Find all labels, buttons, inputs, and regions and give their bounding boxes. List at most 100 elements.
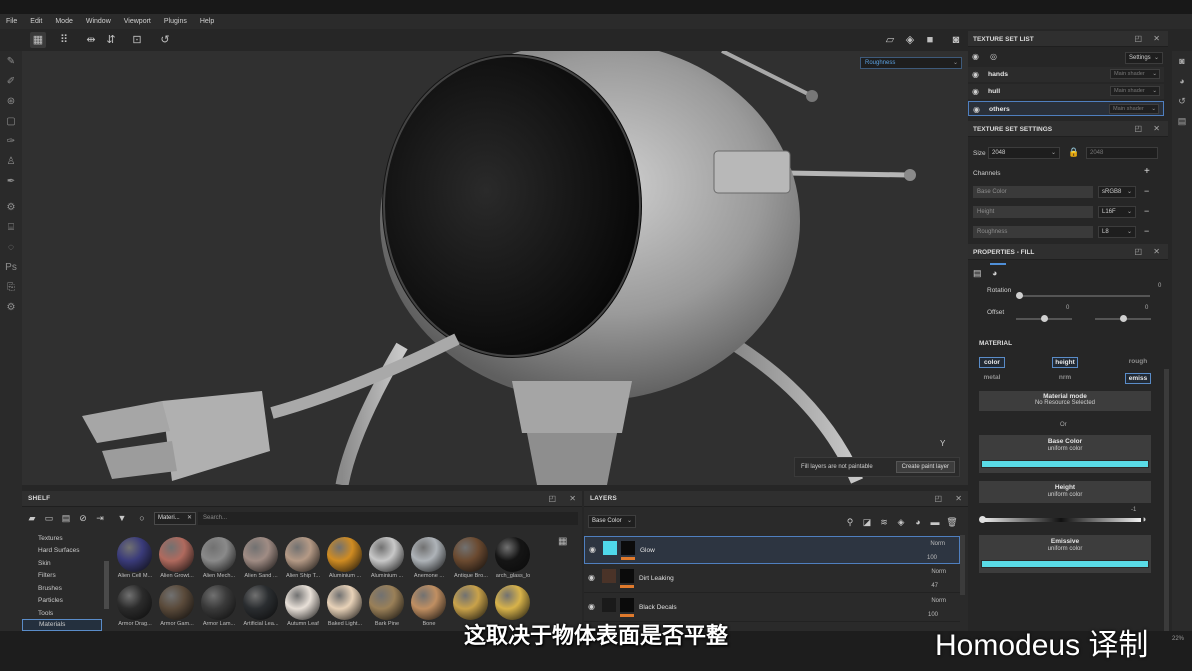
menu-file[interactable]: File: [6, 18, 17, 25]
size-select[interactable]: 2048 ⌄: [988, 147, 1060, 159]
height-block[interactable]: Height uniform color: [979, 481, 1151, 503]
material-thumbnail[interactable]: Anemone ...: [408, 535, 450, 583]
properties-scrollbar[interactable]: [1164, 369, 1169, 649]
close-icon[interactable]: ✕: [187, 513, 192, 524]
eye-icon[interactable]: ◉: [972, 52, 979, 61]
material-chip-emiss[interactable]: emiss: [1125, 373, 1151, 384]
hide-icon[interactable]: ⊘: [77, 512, 89, 524]
layer-blend-mode[interactable]: Norm: [931, 598, 946, 604]
add-mask-icon[interactable]: ◪: [861, 516, 873, 528]
shader-select[interactable]: Main shader ⌄: [1110, 69, 1160, 79]
grid-icon[interactable]: ▦: [30, 32, 46, 48]
dots-grid-icon[interactable]: ⠿: [56, 32, 72, 48]
delete-layer-icon[interactable]: 🗑: [946, 516, 958, 528]
undock-icon[interactable]: ◰: [1134, 34, 1142, 43]
material-chip-color[interactable]: color: [979, 357, 1005, 368]
layers-scrollbar[interactable]: [960, 535, 965, 595]
material-thumbnail[interactable]: Aluminium ...: [324, 535, 366, 583]
history-icon[interactable]: ↺: [157, 32, 173, 48]
bake-icon[interactable]: ⌸: [4, 221, 18, 235]
shader-select[interactable]: Main shader ⌄: [1110, 86, 1160, 96]
shelf-search-input[interactable]: Search...: [198, 512, 578, 525]
layer-row[interactable]: ◉ Dirt Leaking Norm 47: [584, 565, 960, 593]
screenshot-icon[interactable]: ◙: [948, 32, 964, 48]
shelf-category-tools[interactable]: Tools: [38, 610, 53, 617]
frame-icon[interactable]: ⊡: [129, 32, 145, 48]
shelf-category-textures[interactable]: Textures: [38, 535, 63, 542]
menu-window[interactable]: Window: [86, 18, 111, 25]
import-icon[interactable]: ▤: [60, 512, 72, 524]
height-slider-handle[interactable]: [979, 516, 986, 523]
undock-icon[interactable]: ◰: [1134, 247, 1142, 256]
filter-icon[interactable]: ▼: [116, 512, 128, 524]
refresh-icon[interactable]: ○: [136, 512, 148, 524]
rotation-slider-handle[interactable]: [1016, 292, 1023, 299]
geometry-mask-icon[interactable]: ▢: [4, 115, 18, 129]
material-thumbnail[interactable]: Alien Cell M...: [114, 535, 156, 583]
material-chip-height[interactable]: height: [1052, 357, 1078, 368]
grid-view-icon[interactable]: ▦: [558, 536, 567, 547]
add-paint-layer-icon[interactable]: ≋: [878, 516, 890, 528]
material-thumbnail[interactable]: arch_glass_lo: [492, 535, 534, 583]
material-thumbnail[interactable]: Alien Mech...: [198, 535, 240, 583]
eye-icon[interactable]: ◉: [589, 545, 596, 554]
layer-opacity[interactable]: 100: [927, 555, 937, 561]
close-icon[interactable]: ✕: [1153, 124, 1160, 133]
menu-viewport[interactable]: Viewport: [124, 18, 151, 25]
lock-icon[interactable]: 🔒: [1068, 147, 1079, 158]
close-icon[interactable]: ✕: [955, 494, 962, 503]
texture-set-settings-dropdown[interactable]: Settings ⌄: [1125, 52, 1163, 64]
add-fill-layer-icon[interactable]: ◈: [895, 516, 907, 528]
effects-icon[interactable]: ⚲: [844, 516, 856, 528]
mirror-y-icon[interactable]: ⇵: [103, 32, 119, 48]
shelf-category-brushes[interactable]: Brushes: [38, 585, 62, 592]
material-thumbnail[interactable]: Alien Growt...: [156, 535, 198, 583]
add-folder-icon[interactable]: ▬: [929, 516, 941, 528]
material-thumbnail[interactable]: Aluminium ...: [366, 535, 408, 583]
undock-icon[interactable]: ◰: [934, 494, 942, 503]
settings-icon[interactable]: ⚙: [4, 201, 18, 215]
remove-channel-icon[interactable]: −: [1144, 206, 1149, 216]
material-chip-nrm[interactable]: nrm: [1052, 373, 1078, 384]
picker-icon[interactable]: ✒: [4, 175, 18, 189]
eye-icon[interactable]: ◉: [973, 105, 980, 114]
shader-select[interactable]: Main shader ⌄: [1109, 104, 1159, 114]
layer-blend-mode[interactable]: Norm: [931, 569, 946, 575]
brush-icon[interactable]: ✎: [4, 55, 18, 69]
channel-format-select[interactable]: sRGB8 ⌄: [1098, 186, 1136, 198]
eye-icon[interactable]: ◉: [972, 87, 979, 96]
export-icon[interactable]: ⎘: [4, 281, 18, 295]
viewport-channel-select[interactable]: Roughness ⌄: [860, 57, 962, 69]
3d-view-icon[interactable]: ◈: [902, 32, 918, 48]
color-picker-icon[interactable]: ◑: [1141, 514, 1146, 524]
material-mode-button[interactable]: Material mode No Resource Selected: [979, 391, 1151, 411]
plugin-icon[interactable]: ⚙: [4, 301, 18, 315]
layer-opacity[interactable]: 47: [931, 583, 938, 589]
texture-set-row[interactable]: ◉ hands Main shader ⌄: [968, 67, 1164, 82]
menu-mode[interactable]: Mode: [55, 18, 73, 25]
photoshop-icon[interactable]: Ps: [4, 261, 18, 275]
menu-help[interactable]: Help: [200, 18, 214, 25]
close-icon[interactable]: ✕: [569, 494, 576, 503]
export-icon[interactable]: ⇥: [94, 512, 106, 524]
mirror-x-icon[interactable]: ⇹: [83, 32, 99, 48]
texture-set-icon[interactable]: ◙: [1176, 55, 1188, 67]
undock-icon[interactable]: ◰: [1134, 124, 1142, 133]
menu-edit[interactable]: Edit: [30, 18, 42, 25]
layer-channel-select[interactable]: Base Color ⌄: [588, 515, 636, 528]
base-color-swatch[interactable]: [981, 460, 1149, 468]
category-scrollbar[interactable]: [104, 561, 109, 609]
render-icon[interactable]: ◌: [4, 241, 18, 255]
texture-set-row[interactable]: ◉ others Main shader ⌄: [968, 101, 1164, 116]
material-chip-metal[interactable]: metal: [979, 373, 1005, 384]
3d-viewport[interactable]: Roughness ⌄ Y Fill layers are not painta…: [22, 51, 968, 485]
remove-channel-icon[interactable]: −: [1144, 226, 1149, 236]
fill-properties-tab-icon[interactable]: ▤: [973, 268, 982, 279]
shelf-filter-tag[interactable]: Materi... ✕: [154, 512, 196, 525]
emissive-swatch[interactable]: [981, 560, 1149, 568]
menu-plugins[interactable]: Plugins: [164, 18, 187, 25]
shelf-category-hard-surfaces[interactable]: Hard Surfaces: [38, 547, 80, 554]
camera-icon[interactable]: ■: [922, 32, 938, 48]
eraser-icon[interactable]: ✐: [4, 75, 18, 89]
layer-row[interactable]: ◉ Glow Norm 100: [584, 536, 960, 564]
